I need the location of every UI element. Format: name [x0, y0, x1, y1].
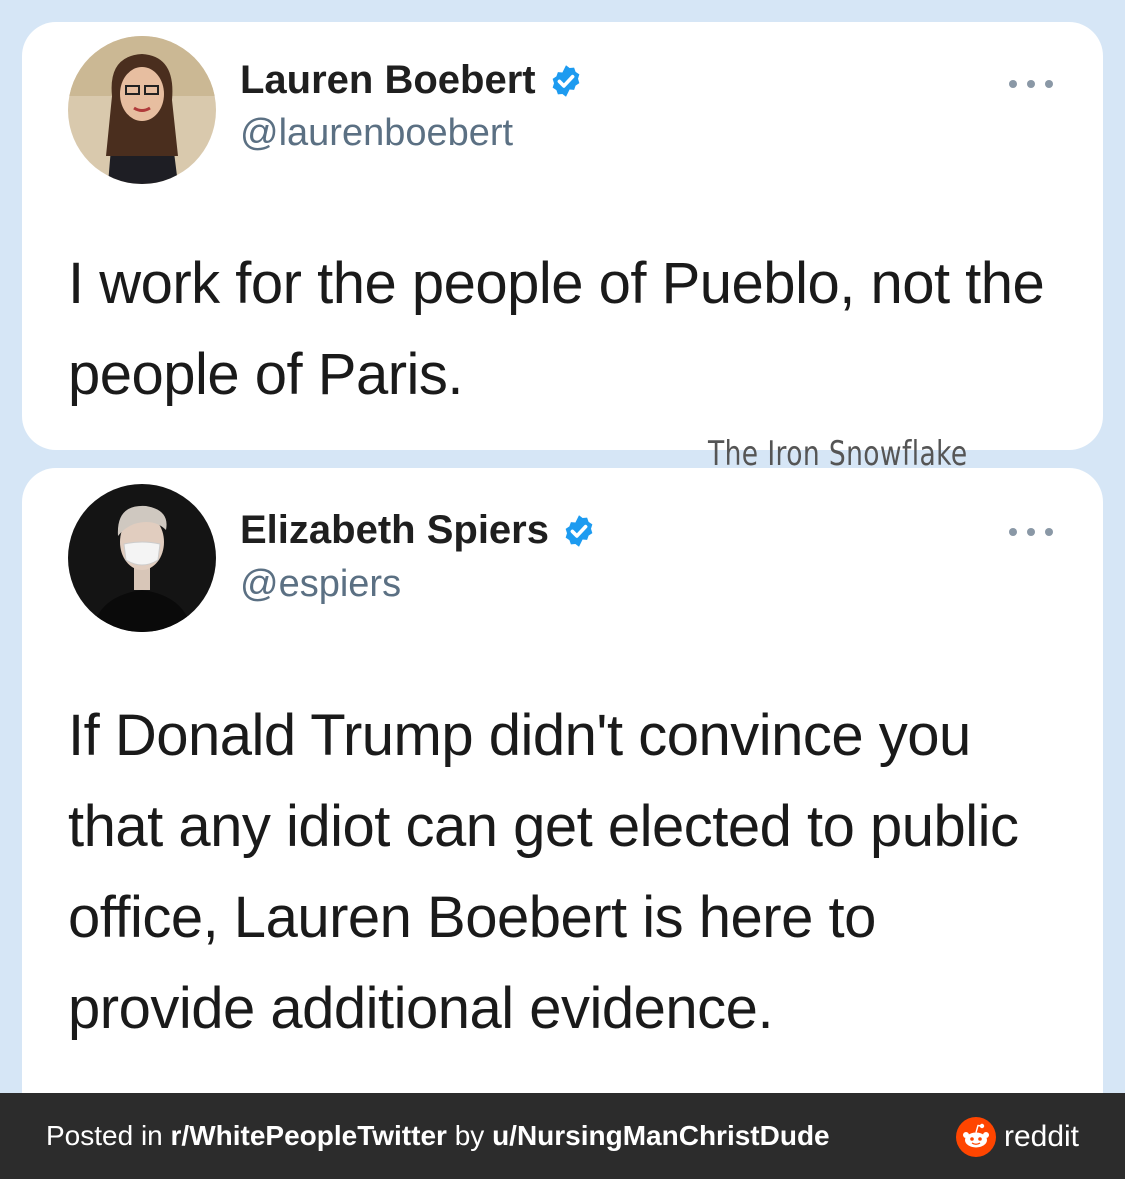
tweet-card-1: Lauren Boebert @laurenboebert I work for…	[22, 22, 1103, 450]
more-options-icon[interactable]	[1009, 526, 1053, 538]
tweet-text: If Donald Trump didn't convince you that…	[68, 703, 1019, 1041]
reddit-wordmark: reddit	[1003, 1120, 1079, 1153]
more-options-icon[interactable]	[1009, 78, 1053, 90]
display-name[interactable]: Lauren Boebert	[240, 58, 584, 103]
user-handle[interactable]: @laurenboebert	[240, 112, 513, 155]
subreddit-link[interactable]: r/WhitePeopleTwitter	[171, 1120, 447, 1151]
avatar[interactable]	[68, 36, 216, 184]
display-name-text: Elizabeth Spiers	[240, 508, 549, 552]
avatar[interactable]	[68, 484, 216, 632]
verified-badge-icon	[565, 514, 593, 547]
username-link[interactable]: u/NursingManChristDude	[492, 1120, 830, 1151]
avatar-photo-icon	[68, 484, 216, 632]
posted-in-line: Posted in r/WhitePeopleTwitter by u/Nurs…	[46, 1120, 830, 1152]
user-handle[interactable]: @espiers	[240, 563, 401, 606]
display-name[interactable]: Elizabeth Spiers	[240, 508, 597, 553]
display-name-text: Lauren Boebert	[240, 58, 536, 102]
posted-in-label: Posted in	[46, 1120, 171, 1151]
by-label: by	[446, 1120, 493, 1151]
verified-badge-icon	[552, 64, 579, 97]
tweet-text: I work for the people of Pueblo, not the…	[68, 251, 1045, 407]
tweet-card-2: Elizabeth Spiers @espiers If Donald Trum…	[22, 468, 1103, 1093]
reddit-footer-bar: Posted in r/WhitePeopleTwitter by u/Nurs…	[0, 1093, 1125, 1179]
reddit-snoo-icon	[955, 1117, 996, 1157]
avatar-photo-icon	[68, 36, 216, 184]
reddit-logo[interactable]: reddit	[955, 1117, 1079, 1157]
